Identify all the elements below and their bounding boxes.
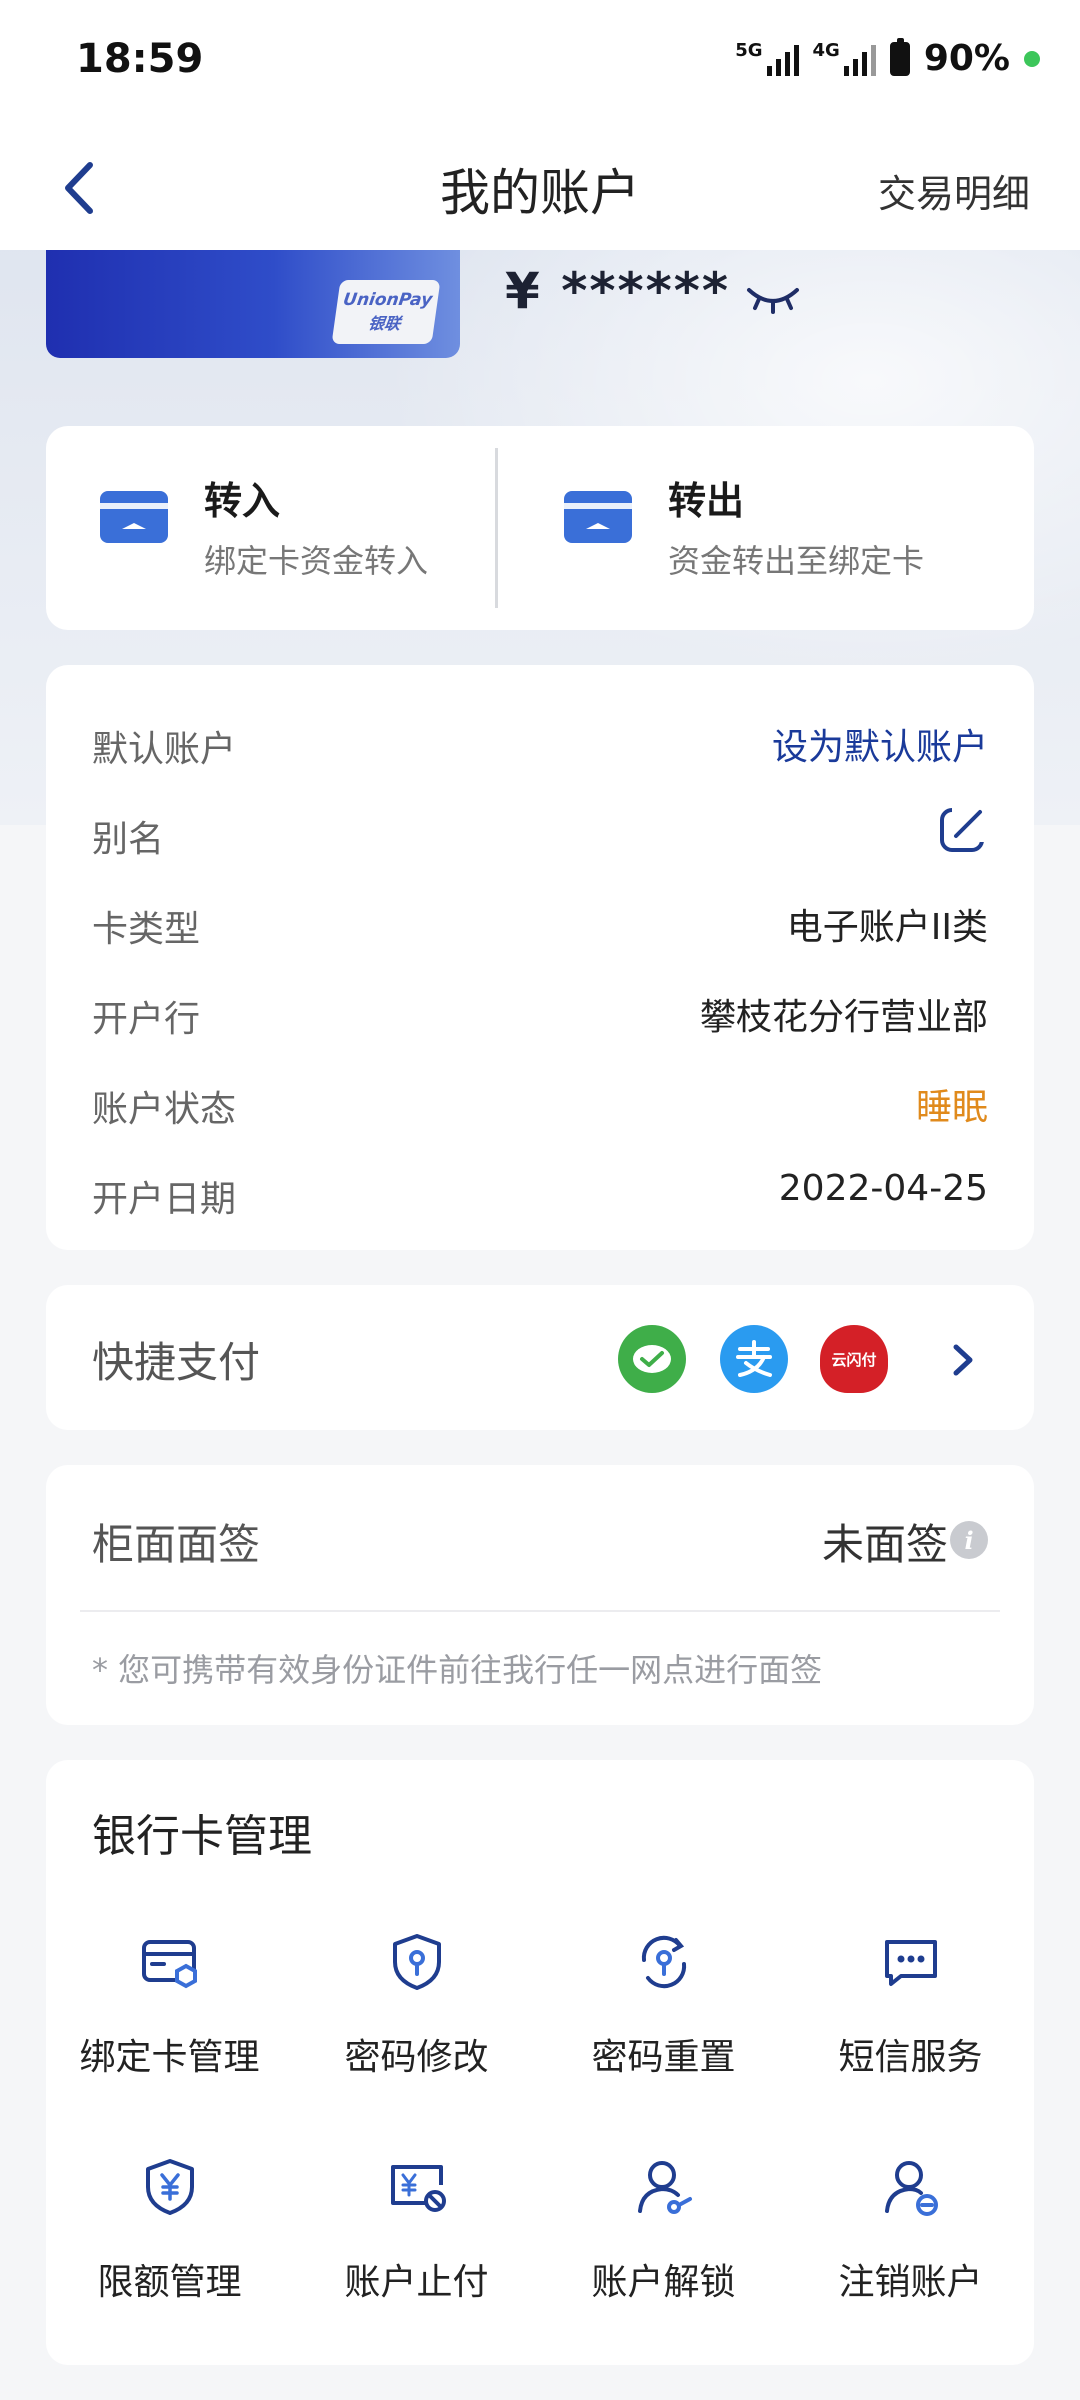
cloud-quickpass-icon: 云闪付 xyxy=(820,1325,888,1393)
grid-password-change[interactable]: 密码修改 xyxy=(293,1930,540,2130)
chevron-right-icon[interactable] xyxy=(944,1335,980,1385)
card-management-section: 银行卡管理 绑定卡管理 密码修改 密码重置 短信服务 限额管理 账户止付 账户解… xyxy=(46,1760,1034,2365)
info-row-status: 账户状态 睡眠 xyxy=(92,1070,988,1130)
info-row-open-date: 开户日期 2022-04-25 xyxy=(92,1160,988,1220)
grid-label: 密码修改 xyxy=(344,2037,489,2078)
transfer-card: 转入 绑定卡资金转入 转出 资金转出至绑定卡 xyxy=(46,426,1034,630)
quick-pay-label: 快捷支付 xyxy=(92,1338,261,1387)
info-value: 攀枝花分行营业部 xyxy=(699,997,988,1038)
account-info-card: 默认账户 设为默认账户 别名 卡类型 电子账户II类 开户行 攀枝花分行营业部 … xyxy=(46,665,1034,1250)
transfer-out-title: 转出 xyxy=(668,479,745,523)
battery-icon xyxy=(889,37,910,76)
quick-pay-card[interactable]: 快捷支付 云闪付 xyxy=(46,1285,1034,1430)
status-dot-icon xyxy=(1024,50,1040,67)
grid-account-cancel[interactable]: 注销账户 xyxy=(787,2155,1034,2355)
transfer-in-title: 转入 xyxy=(204,479,281,523)
alipay-icon xyxy=(720,1325,788,1393)
status-icons: 5G 4G 90% xyxy=(735,37,1040,79)
status-bar: 18:59 5G 4G 90% xyxy=(0,0,1080,125)
status-time: 18:59 xyxy=(76,36,204,82)
grid-password-reset[interactable]: 密码重置 xyxy=(540,1930,787,2130)
grid-label: 账户止付 xyxy=(344,2262,489,2303)
face-sign-label: 柜面面签 xyxy=(92,1520,261,1569)
set-default-account-link[interactable]: 设为默认账户 xyxy=(772,718,988,770)
grid-account-unlock[interactable]: 账户解锁 xyxy=(540,2155,787,2355)
cloud-quickpass-text: 云闪付 xyxy=(831,1350,877,1369)
wechat-pay-icon xyxy=(618,1325,686,1393)
info-label: 卡类型 xyxy=(92,909,201,950)
signal-4g: 4G xyxy=(812,39,876,76)
grid-bound-card[interactable]: 绑定卡管理 xyxy=(46,1930,293,2130)
bound-card-icon xyxy=(142,1940,197,1989)
transfer-out-subtitle: 资金转出至绑定卡 xyxy=(668,542,925,580)
account-unlock-icon xyxy=(638,2161,692,2214)
signal-bars-icon xyxy=(843,42,876,76)
info-value: 电子账户II类 xyxy=(786,907,988,948)
grid-label: 账户解锁 xyxy=(591,2262,736,2303)
grid-sms-service[interactable]: 短信服务 xyxy=(787,1930,1034,2130)
grid-label: 注销账户 xyxy=(838,2262,983,2303)
limit-icon xyxy=(146,2159,194,2215)
info-label: 默认账户 xyxy=(92,729,237,770)
balance-masked: ¥ ****** xyxy=(505,262,731,320)
status-value: 睡眠 xyxy=(915,1087,988,1128)
info-row-default: 默认账户 设为默认账户 xyxy=(92,710,988,770)
info-label: 开户行 xyxy=(92,999,201,1040)
transfer-in-button[interactable]: 转入 绑定卡资金转入 xyxy=(46,426,540,630)
edit-icon[interactable] xyxy=(938,804,988,854)
divider xyxy=(495,448,498,608)
unionpay-text: UnionPay xyxy=(341,290,434,310)
signal-bars-icon xyxy=(766,42,799,76)
grid-account-stop[interactable]: 账户止付 xyxy=(293,2155,540,2355)
info-label: 别名 xyxy=(92,819,165,860)
account-stop-icon xyxy=(391,2165,446,2212)
network-label: 4G xyxy=(812,39,840,61)
info-label: 账户状态 xyxy=(92,1089,237,1130)
section-title: 银行卡管理 xyxy=(92,1811,312,1862)
info-icon[interactable]: i xyxy=(950,1521,988,1559)
bank-card-image: UnionPay 银联 xyxy=(46,250,460,358)
face-sign-value: 未面签 xyxy=(821,1520,948,1569)
transfer-out-button[interactable]: 转出 资金转出至绑定卡 xyxy=(510,426,1004,630)
face-sign-card: 柜面面签 未面签 i * 您可携带有效身份证件前往我行任一网点进行面签 xyxy=(46,1465,1034,1725)
info-value: 2022-04-25 xyxy=(778,1168,988,1209)
info-label: 开户日期 xyxy=(92,1179,237,1220)
eye-closed-icon[interactable] xyxy=(745,280,801,316)
card-out-icon xyxy=(564,491,632,543)
divider xyxy=(80,1610,1000,1612)
face-sign-note: * 您可携带有效身份证件前往我行任一网点进行面签 xyxy=(92,1651,823,1689)
grid-limit[interactable]: 限额管理 xyxy=(46,2155,293,2355)
unionpay-cn-text: 银联 xyxy=(367,314,402,333)
nav-bar: 我的账户 交易明细 xyxy=(0,125,1080,250)
card-in-icon xyxy=(100,491,168,543)
account-cancel-icon xyxy=(885,2161,938,2216)
transaction-detail-link[interactable]: 交易明细 xyxy=(878,163,1030,218)
sms-icon xyxy=(885,1940,937,1986)
password-change-icon xyxy=(393,1934,441,1990)
info-row-card-type: 卡类型 电子账户II类 xyxy=(92,890,988,950)
transfer-in-subtitle: 绑定卡资金转入 xyxy=(204,542,429,580)
password-reset-icon xyxy=(641,1935,687,1989)
grid-label: 短信服务 xyxy=(838,2037,983,2078)
grid-label: 绑定卡管理 xyxy=(79,2037,260,2078)
info-row-branch: 开户行 攀枝花分行营业部 xyxy=(92,980,988,1040)
battery-percent: 90% xyxy=(923,38,1010,79)
network-label: 5G xyxy=(735,39,763,61)
signal-5g: 5G xyxy=(735,39,799,76)
grid-label: 密码重置 xyxy=(591,2037,736,2078)
grid-label: 限额管理 xyxy=(97,2262,242,2303)
info-row-alias: 别名 xyxy=(92,800,988,860)
unionpay-logo: UnionPay 银联 xyxy=(331,280,441,344)
